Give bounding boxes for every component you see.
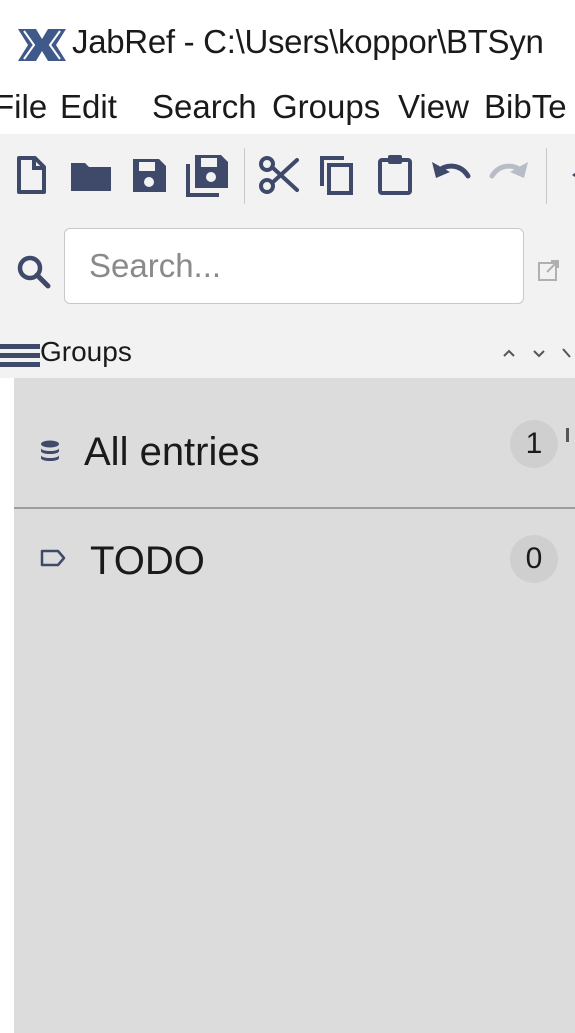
group-name: All entries (84, 430, 260, 474)
menu-groups[interactable]: Groups (272, 88, 380, 126)
jabref-logo-icon (18, 29, 66, 61)
menu-search[interactable]: Search (152, 88, 257, 126)
save-icon[interactable] (124, 150, 174, 200)
menu-bibtex[interactable]: BibTe (484, 88, 567, 126)
chevron-down-icon[interactable] (530, 344, 548, 362)
window-title: JabRef - C:\Users\koppor\BTSyn (72, 23, 544, 60)
group-name: TODO (90, 539, 205, 583)
toolbar-separator (244, 148, 245, 204)
menu-file[interactable]: File (0, 88, 47, 126)
toolbar-separator (546, 148, 547, 204)
save-all-icon[interactable] (182, 150, 232, 200)
search-icon (17, 255, 51, 289)
tag-icon (40, 549, 66, 567)
row-overflow-marker (566, 428, 569, 442)
group-count-badge: 1 (510, 420, 558, 468)
menu-view[interactable]: View (398, 88, 469, 126)
open-library-icon[interactable] (66, 150, 116, 200)
groups-panel-header: Groups (0, 326, 575, 378)
menu-bar: File Edit Search Groups View BibTe (0, 76, 575, 134)
close-panel-icon[interactable] (560, 344, 572, 362)
cut-icon[interactable] (254, 150, 304, 200)
pane-left-margin (0, 378, 14, 1033)
main-toolbar (0, 134, 575, 222)
groups-menu-icon[interactable] (0, 343, 40, 367)
jabref-window: JabRef - C:\Users\koppor\BTSyn File Edit… (0, 0, 575, 1033)
group-row-all-entries[interactable]: All entries 1 (14, 378, 575, 508)
new-library-icon[interactable] (6, 150, 56, 200)
undo-icon[interactable] (426, 150, 476, 200)
groups-panel-title: Groups (40, 336, 132, 367)
toolbar-overflow-icon[interactable] (556, 150, 575, 200)
group-row-todo[interactable]: TODO 0 (14, 509, 575, 609)
redo-icon[interactable] (484, 150, 534, 200)
title-bar: JabRef - C:\Users\koppor\BTSyn (0, 0, 575, 76)
chevron-up-icon[interactable] (500, 344, 518, 362)
group-count-badge: 0 (510, 535, 558, 583)
menu-edit[interactable]: Edit (60, 88, 117, 126)
database-icon (41, 440, 59, 461)
copy-icon[interactable] (312, 150, 362, 200)
search-input[interactable] (64, 228, 524, 304)
paste-icon[interactable] (370, 150, 420, 200)
search-bar (0, 222, 575, 326)
global-search-icon[interactable] (536, 258, 562, 284)
